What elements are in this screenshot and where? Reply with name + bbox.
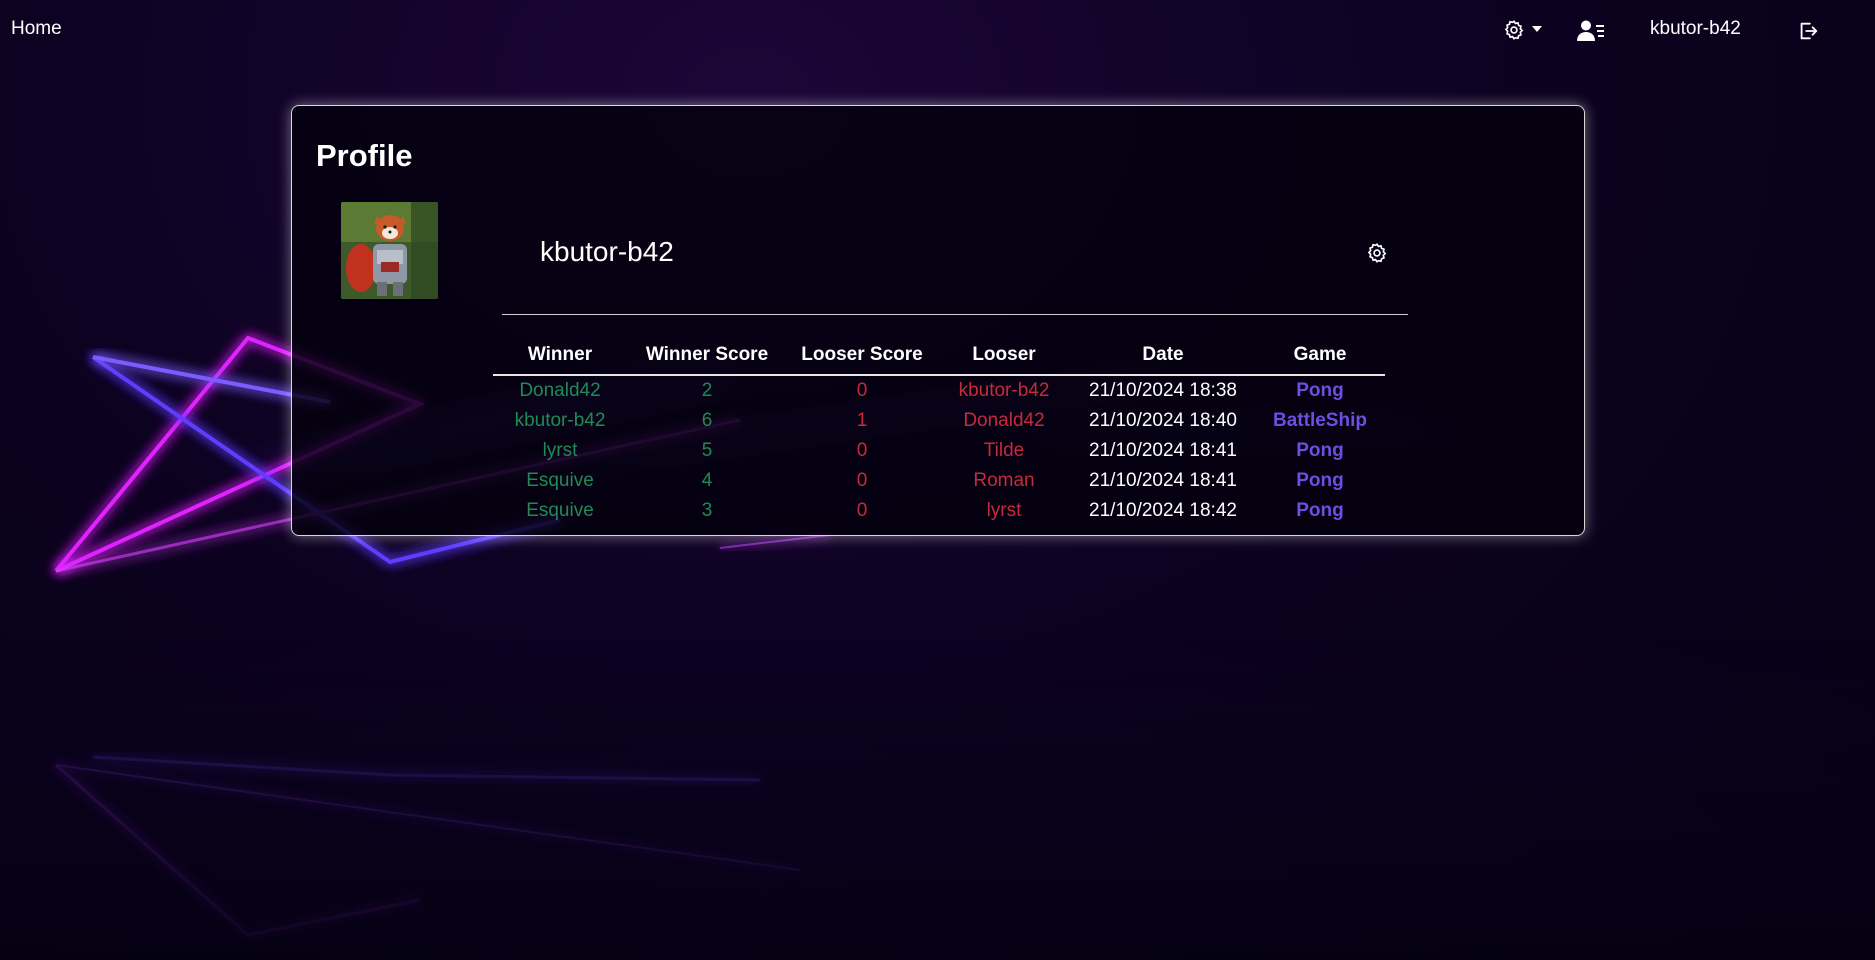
logout-icon: [1800, 22, 1818, 40]
cell-winner: Esquive: [526, 500, 594, 521]
logout-button[interactable]: [1797, 20, 1819, 42]
cell-date: 21/10/2024 18:40: [1089, 410, 1237, 431]
cell-looser: Roman: [973, 470, 1035, 491]
profile-username: kbutor-b42: [540, 236, 674, 267]
profile-card: Profile kbutor-b42 Winner Winner Score L…: [291, 105, 1585, 536]
cell-game: Pong: [1296, 440, 1344, 461]
cell-date: 21/10/2024 18:42: [1089, 500, 1237, 521]
table-row: Esquive 4 0 Roman 21/10/2024 18:41 Pong: [493, 466, 1385, 496]
cell-looser-score: 0: [856, 380, 868, 401]
cell-winner: Donald42: [519, 380, 601, 401]
cell-game: Pong: [1296, 380, 1344, 401]
gear-icon: [1504, 20, 1524, 40]
cell-winner-score: 5: [701, 440, 713, 461]
table-row: Donald42 2 0 kbutor-b42 21/10/2024 18:38…: [493, 375, 1385, 406]
top-navbar: Home kbutor-b42: [0, 0, 1875, 60]
red-panda-knight-avatar: [341, 202, 438, 299]
friends-list-button[interactable]: [1577, 19, 1605, 43]
table-row: Esquive 3 0 lyrst 21/10/2024 18:42 Pong: [493, 496, 1385, 526]
profile-settings-button[interactable]: [1366, 242, 1388, 264]
table-row: lyrst 5 0 Tilde 21/10/2024 18:41 Pong: [493, 436, 1385, 466]
column-header-date: Date: [1071, 336, 1255, 376]
cell-date: 21/10/2024 18:41: [1089, 470, 1237, 491]
column-header-winner: Winner: [493, 336, 627, 376]
page-title: Profile: [316, 138, 413, 173]
avatar: [341, 202, 438, 299]
table-header-row: Winner Winner Score Looser Score Looser …: [493, 336, 1385, 376]
cell-date: 21/10/2024 18:38: [1089, 380, 1237, 401]
column-header-game: Game: [1255, 336, 1385, 376]
cell-winner: kbutor-b42: [514, 410, 606, 431]
cell-game: Pong: [1296, 500, 1344, 521]
cell-looser-score: 0: [856, 440, 868, 461]
cell-game: BattleShip: [1273, 410, 1367, 431]
cell-looser-score: 0: [856, 470, 868, 491]
cell-winner-score: 6: [701, 410, 713, 431]
cell-looser: lyrst: [986, 500, 1022, 521]
nav-username[interactable]: kbutor-b42: [1650, 18, 1741, 40]
cell-looser: Donald42: [963, 410, 1045, 431]
user-list-icon: [1577, 20, 1604, 41]
match-history-table: Winner Winner Score Looser Score Looser …: [493, 336, 1385, 526]
cell-game: Pong: [1296, 470, 1344, 491]
cell-winner: Esquive: [526, 470, 594, 491]
cell-date: 21/10/2024 18:41: [1089, 440, 1237, 461]
gear-icon: [1367, 243, 1387, 263]
profile-divider: [502, 314, 1408, 315]
cell-winner-score: 3: [701, 500, 713, 521]
cell-looser-score: 1: [856, 410, 868, 431]
table-row: kbutor-b42 6 1 Donald42 21/10/2024 18:40…: [493, 406, 1385, 436]
settings-dropdown-button[interactable]: [1503, 18, 1545, 44]
column-header-looser-score: Looser Score: [787, 336, 937, 376]
caret-down-icon: [1532, 26, 1542, 32]
cell-winner-score: 4: [701, 470, 713, 491]
cell-looser: kbutor-b42: [958, 380, 1050, 401]
nav-home-link[interactable]: Home: [11, 18, 62, 40]
column-header-winner-score: Winner Score: [627, 336, 787, 376]
cell-winner: lyrst: [542, 440, 578, 461]
cell-looser-score: 0: [856, 500, 868, 521]
cell-winner-score: 2: [701, 380, 713, 401]
column-header-looser: Looser: [937, 336, 1071, 376]
cell-looser: Tilde: [983, 440, 1025, 461]
